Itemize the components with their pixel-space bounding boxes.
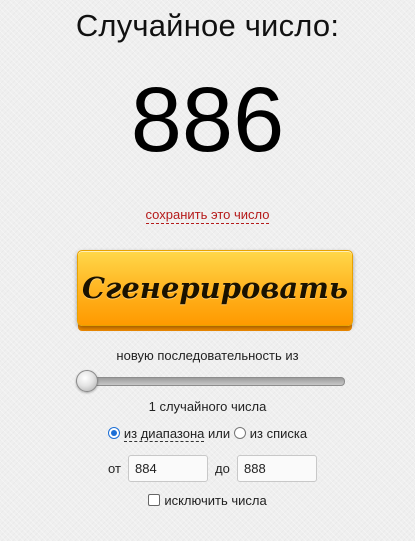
or-label: или [208, 426, 231, 441]
list-radio[interactable] [233, 427, 246, 439]
count-slider-track[interactable] [77, 377, 345, 386]
generate-button-label: Сгенерировать [81, 271, 349, 305]
to-input[interactable] [237, 455, 317, 482]
range-inputs: от до [0, 455, 415, 483]
mode-selector: из диапазона или из списка [0, 426, 415, 442]
count-label: 1 случайного числа [148, 399, 267, 414]
generate-button[interactable]: Сгенерировать [77, 250, 353, 326]
to-label: до [215, 461, 230, 476]
list-option-label[interactable]: из списка [250, 426, 307, 441]
page-title: Случайное число: [75, 8, 340, 43]
range-option-label[interactable]: из диапазона [123, 426, 205, 442]
save-number-link[interactable]: сохранить это число [145, 207, 270, 224]
exclude-numbers-checkbox[interactable] [148, 494, 161, 506]
from-label: от [108, 461, 121, 476]
count-slider-handle[interactable] [76, 370, 98, 392]
from-input[interactable] [128, 455, 208, 482]
save-number-link-row: сохранить это число [0, 207, 415, 224]
random-number-result: 886 [130, 69, 285, 171]
range-radio[interactable] [107, 427, 120, 439]
sequence-label: новую последовательность из [116, 348, 299, 363]
exclude-numbers-label[interactable]: исключить числа [164, 493, 266, 508]
exclude-numbers-row: исключить числа [0, 493, 415, 508]
